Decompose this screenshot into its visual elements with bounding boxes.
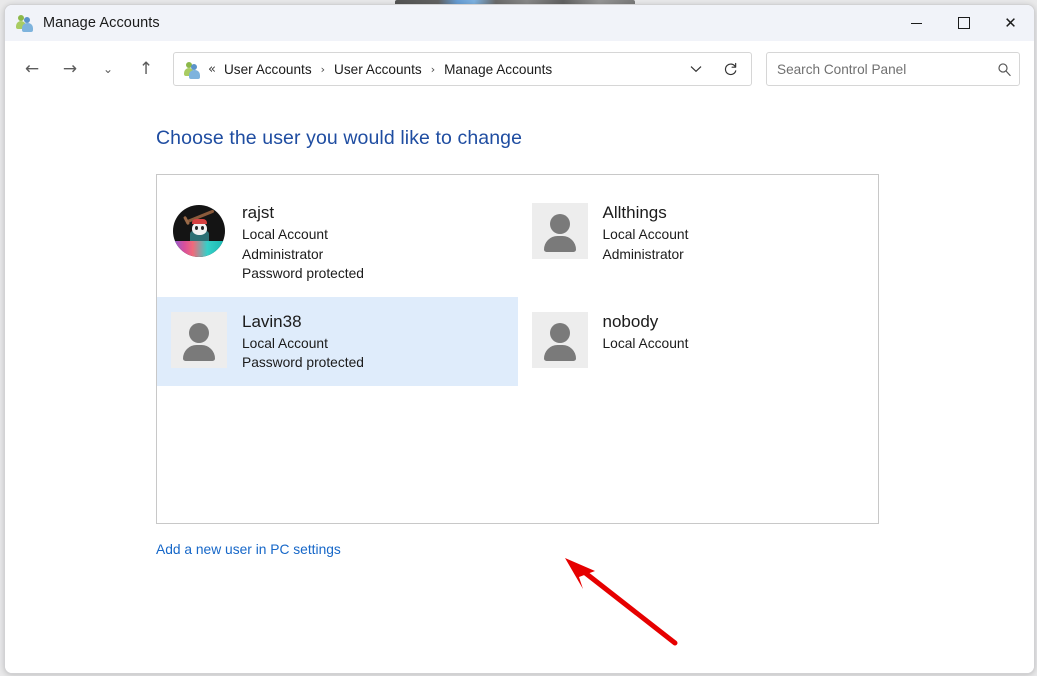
account-info: nobody Local Account bbox=[603, 310, 689, 354]
breadcrumb-item-2[interactable]: User Accounts bbox=[332, 59, 424, 80]
account-type: Local Account bbox=[602, 227, 689, 242]
person-icon bbox=[549, 214, 570, 234]
accounts-grid: rajst Local Account Administrator Passwo… bbox=[157, 175, 878, 386]
account-type: Local Account bbox=[242, 335, 328, 351]
account-role: Administrator bbox=[242, 246, 324, 262]
accounts-panel: rajst Local Account Administrator Passwo… bbox=[156, 174, 879, 646]
account-password-status: Password protected bbox=[242, 355, 364, 370]
up-arrow-icon: ↑ bbox=[138, 59, 154, 79]
chevron-down-icon bbox=[690, 66, 702, 73]
account-item-lavin38[interactable]: Lavin38 Local Account Password protected bbox=[157, 296, 518, 386]
account-info: Allthings Local Account Administrator bbox=[603, 201, 689, 264]
back-arrow-icon: ← bbox=[24, 59, 40, 79]
close-button[interactable]: ✕ bbox=[987, 5, 1034, 41]
account-name: Lavin38 bbox=[242, 311, 302, 331]
account-item-nobody[interactable]: nobody Local Account bbox=[518, 297, 879, 386]
avatar bbox=[531, 311, 588, 368]
minimize-button[interactable] bbox=[893, 5, 940, 41]
account-type: Local Account bbox=[602, 335, 689, 351]
breadcrumb-overflow[interactable]: « bbox=[208, 62, 216, 77]
window-title: Manage Accounts bbox=[43, 15, 160, 31]
account-item-allthings[interactable]: Allthings Local Account Administrator bbox=[518, 188, 879, 297]
account-info: Lavin38 Local Account Password protected bbox=[242, 310, 364, 373]
maximize-icon bbox=[957, 17, 970, 29]
breadcrumb-item-1[interactable]: User Accounts bbox=[222, 59, 314, 80]
account-name: Allthings bbox=[602, 203, 667, 222]
account-role: Administrator bbox=[602, 246, 684, 262]
account-type: Local Account bbox=[242, 227, 328, 242]
account-password-status: Password protected bbox=[242, 266, 364, 281]
address-toolbar: ← → ⌄ ↑ « User Accounts › User Accounts … bbox=[5, 41, 1034, 97]
close-icon: ✕ bbox=[1004, 13, 1017, 32]
users-icon bbox=[16, 14, 34, 32]
manage-accounts-window: Manage Accounts ✕ ← → ⌄ ↑ « User Account… bbox=[4, 4, 1035, 674]
back-button[interactable]: ← bbox=[15, 52, 49, 86]
refresh-icon bbox=[724, 62, 736, 75]
breadcrumb[interactable]: « User Accounts › User Accounts › Manage… bbox=[173, 52, 752, 86]
red-arrow-icon bbox=[565, 558, 678, 646]
annotation-arrow bbox=[557, 555, 687, 655]
search-button[interactable] bbox=[989, 54, 1019, 84]
content-area: Choose the user you would like to change bbox=[5, 97, 1034, 673]
refresh-button[interactable] bbox=[713, 54, 747, 84]
up-button[interactable]: ↑ bbox=[129, 52, 163, 86]
forward-button[interactable]: → bbox=[53, 52, 87, 86]
avatar bbox=[171, 311, 227, 368]
breadcrumb-dropdown-button[interactable] bbox=[681, 55, 711, 83]
forward-arrow-icon: → bbox=[62, 59, 78, 79]
account-name: rajst bbox=[242, 203, 275, 222]
add-new-user-link[interactable]: Add a new user in PC settings bbox=[156, 542, 341, 557]
breadcrumb-separator-icon[interactable]: › bbox=[431, 63, 435, 76]
chevron-down-icon: ⌄ bbox=[102, 62, 114, 76]
breadcrumb-item-3[interactable]: Manage Accounts bbox=[442, 59, 554, 80]
search-icon bbox=[997, 62, 1011, 76]
search-box[interactable] bbox=[766, 52, 1020, 86]
person-icon bbox=[189, 322, 209, 343]
window-controls: ✕ bbox=[893, 5, 1034, 41]
person-icon bbox=[549, 322, 570, 343]
page-title: Choose the user you would like to change bbox=[156, 127, 523, 149]
maximize-button[interactable] bbox=[940, 5, 987, 41]
account-item-rajst[interactable]: rajst Local Account Administrator Passwo… bbox=[157, 188, 518, 297]
breadcrumb-separator-icon[interactable]: › bbox=[321, 63, 325, 76]
avatar bbox=[531, 203, 588, 259]
minimize-icon bbox=[911, 22, 922, 24]
recent-locations-button[interactable]: ⌄ bbox=[91, 52, 125, 86]
account-info: rajst Local Account Administrator Passwo… bbox=[242, 201, 364, 284]
title-bar: Manage Accounts ✕ bbox=[5, 5, 1034, 41]
search-input[interactable] bbox=[767, 60, 989, 78]
users-icon bbox=[184, 61, 201, 79]
avatar bbox=[171, 203, 227, 259]
account-name: nobody bbox=[602, 311, 659, 331]
